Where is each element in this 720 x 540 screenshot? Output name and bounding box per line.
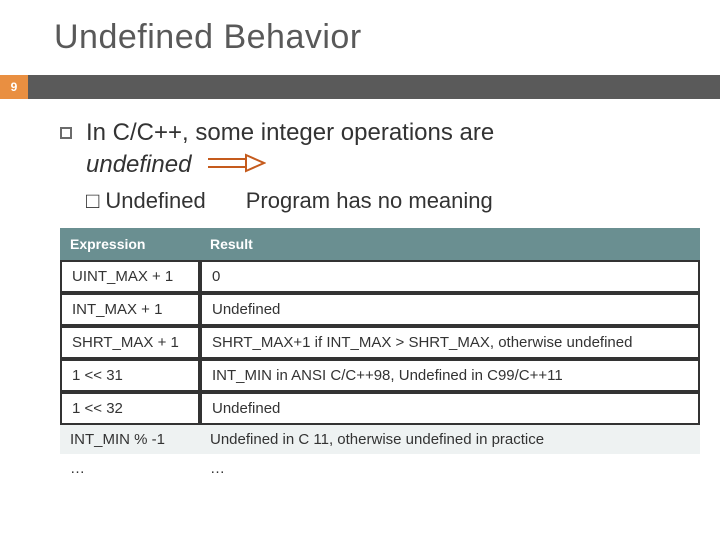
- sub-label-wrap: □ Undefined: [86, 188, 206, 214]
- arrow-icon: [206, 150, 266, 182]
- lead-text: In C/C++, some integer operations are un…: [86, 117, 494, 182]
- table-header-row: Expression Result: [60, 228, 700, 260]
- table-row: 1 << 31 INT_MIN in ANSI C/C++98, Undefin…: [60, 359, 700, 392]
- col-header-result: Result: [200, 228, 700, 260]
- lead-text-a: In C/C++, some integer operations are: [86, 119, 494, 146]
- page-number-badge: 9: [0, 75, 28, 99]
- cell-expression: 1 << 32: [60, 392, 200, 425]
- cell-result: …: [200, 454, 700, 483]
- table-row: INT_MAX + 1 Undefined: [60, 293, 700, 326]
- slide-body: In C/C++, some integer operations are un…: [0, 99, 720, 483]
- cell-result: SHRT_MAX+1 if INT_MAX > SHRT_MAX, otherw…: [200, 326, 700, 359]
- cell-expression: UINT_MAX + 1: [60, 260, 200, 293]
- lead-text-b: undefined: [86, 151, 191, 178]
- sub-meaning: Program has no meaning: [246, 188, 493, 214]
- cell-expression: …: [60, 454, 200, 483]
- table-row: INT_MIN % -1 Undefined in C 11, otherwis…: [60, 425, 700, 454]
- cell-result: 0: [200, 260, 700, 293]
- col-header-expression: Expression: [60, 228, 200, 260]
- cell-expression: INT_MAX + 1: [60, 293, 200, 326]
- table-row: … …: [60, 454, 700, 483]
- sub-label: Undefined: [105, 188, 205, 213]
- slide-title: Undefined Behavior: [0, 0, 720, 75]
- table-row: UINT_MAX + 1 0: [60, 260, 700, 293]
- cell-result: INT_MIN in ANSI C/C++98, Undefined in C9…: [200, 359, 700, 392]
- bullet-level-2: □ Undefined Program has no meaning: [86, 188, 678, 214]
- bullet-level-1: In C/C++, some integer operations are un…: [60, 117, 678, 182]
- header-bar-fill: [28, 75, 720, 99]
- square-bullet-icon: [60, 127, 72, 139]
- header-bar: 9: [0, 75, 720, 99]
- table-row: 1 << 32 Undefined: [60, 392, 700, 425]
- cell-expression: INT_MIN % -1: [60, 425, 200, 454]
- undefined-behavior-table: Expression Result UINT_MAX + 1 0 INT_MAX…: [60, 228, 700, 483]
- cell-result: Undefined in C 11, otherwise undefined i…: [200, 425, 700, 454]
- cell-expression: SHRT_MAX + 1: [60, 326, 200, 359]
- hollow-square-icon: □: [86, 188, 99, 213]
- table-row: SHRT_MAX + 1 SHRT_MAX+1 if INT_MAX > SHR…: [60, 326, 700, 359]
- cell-result: Undefined: [200, 293, 700, 326]
- cell-result: Undefined: [200, 392, 700, 425]
- cell-expression: 1 << 31: [60, 359, 200, 392]
